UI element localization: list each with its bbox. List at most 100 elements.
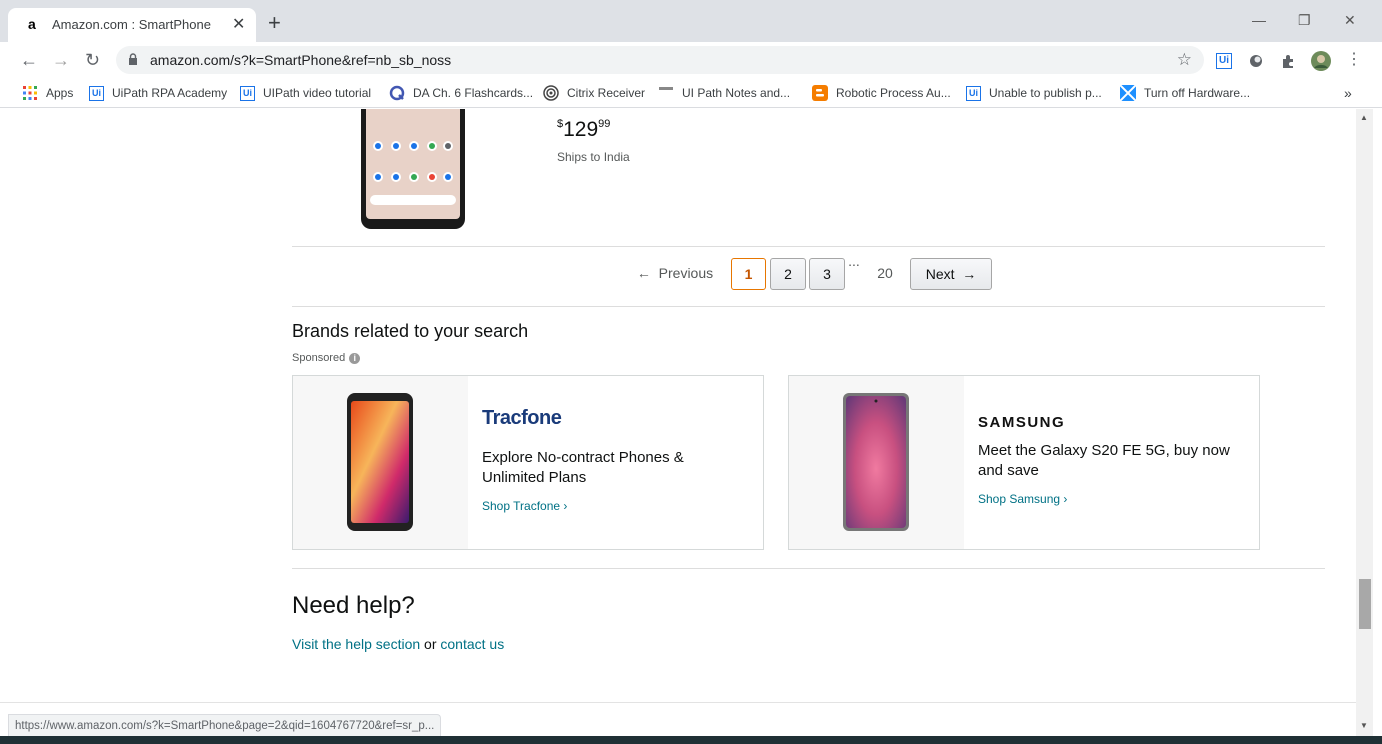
bookmark-citrix[interactable]: Citrix Receiver [543,84,645,102]
lock-icon [129,53,137,65]
bookmark-uipath-academy[interactable]: Ui UiPath RPA Academy [89,84,227,102]
samsung-phone-image [843,393,909,531]
minimize-icon[interactable]: — [1252,12,1266,28]
brand-card-tracfone[interactable]: Tracfone Explore No-contract Phones & Un… [292,375,764,550]
bookmark-label: UIPath video tutorial [263,86,372,100]
visit-help-link[interactable]: Visit the help section [292,636,420,652]
brand-description: Explore No-contract Phones & Unlimited P… [482,449,684,486]
doc-icon [659,87,673,90]
brands-heading: Brands related to your search [292,321,529,341]
tracfone-phone-image [347,393,413,531]
shop-samsung-link[interactable]: Shop Samsung › [978,492,1067,506]
circle-extension-icon[interactable] [1248,53,1264,69]
pagination-next[interactable]: Next → [910,258,992,290]
tab-close-icon[interactable]: ✕ [232,14,245,34]
status-bar-url: https://www.amazon.com/s?k=SmartPhone&pa… [8,714,442,736]
shipping-info: Ships to India [557,150,630,164]
url-text: amazon.com/s?k=SmartPhone&ref=nb_sb_noss [150,52,452,68]
pagination-ellipsis: ... [848,253,860,269]
bookmark-label: Citrix Receiver [567,86,646,100]
help-heading: Need help? [292,592,415,619]
forward-icon[interactable]: → [52,50,70,70]
bookmark-uipath-video[interactable]: Ui UIPath video tutorial [240,84,371,102]
brand-image-box [293,376,468,549]
restore-icon[interactable]: ❐ [1298,12,1311,29]
footer-divider [0,702,1356,703]
chevron-right-icon: › [1063,492,1068,506]
shop-tracfone-link[interactable]: Shop Tracfone › [482,499,567,513]
divider [292,568,1325,569]
menu-dots-icon[interactable]: ⋮ [1346,50,1362,70]
pagination-page-2[interactable]: 2 [770,258,806,290]
pagination-page-1[interactable]: 1 [731,258,766,290]
scrollbar-thumb[interactable] [1359,579,1371,629]
brand-description: Meet the Galaxy S20 FE 5G, buy now and s… [978,442,1230,479]
back-icon[interactable]: ← [20,50,38,70]
shop-link-label: Shop Samsung [978,492,1061,506]
page-content: $12999 Ships to India ← Previous 1 2 3 .… [0,109,1356,736]
uipath-icon: Ui [89,85,104,101]
previous-label: Previous [658,265,714,281]
contact-us-link[interactable]: contact us [440,636,504,652]
brand-card-samsung[interactable]: SAMSUNG Meet the Galaxy S20 FE 5G, buy n… [788,375,1260,550]
new-tab-button[interactable]: + [268,12,281,34]
help-links: Visit the help section or contact us [292,636,504,652]
windows-icon [1120,85,1136,101]
apps-grid-icon [23,86,37,100]
address-bar[interactable]: amazon.com/s?k=SmartPhone&ref=nb_sb_noss… [116,46,1204,74]
bookmark-flashcards[interactable]: DA Ch. 6 Flashcards... [389,84,533,102]
bookmark-robotic-process[interactable]: Robotic Process Au... [812,84,951,102]
scroll-down-icon[interactable]: ▼ [1360,721,1368,730]
tracfone-logo: Tracfone [482,407,562,429]
bookmark-turn-off-hardware[interactable]: Turn off Hardware... [1120,84,1250,102]
amazon-favicon-icon: a [28,16,36,32]
scroll-up-icon[interactable]: ▲ [1360,113,1368,122]
sponsored-text: Sponsored [292,352,346,364]
bookmark-label: UI Path Notes and... [682,86,791,100]
price-whole: 129 [563,118,599,141]
tab-title: Amazon.com : SmartPhone [52,17,211,32]
arrow-left-icon: ← [636,265,659,281]
browser-tab[interactable]: a Amazon.com : SmartPhone ✕ [8,8,256,42]
window-close-icon[interactable]: ✕ [1344,12,1356,29]
blogger-icon [812,85,828,101]
bookmarks-bar: Apps Ui UiPath RPA Academy Ui UIPath vid… [0,78,1382,108]
samsung-logo: SAMSUNG [978,414,1066,431]
price-fraction: 99 [598,118,611,130]
bookmarks-overflow-icon[interactable]: » [1344,84,1352,102]
extensions-puzzle-icon[interactable] [1280,53,1296,69]
bookmark-label: Robotic Process Au... [836,86,951,100]
bookmark-unable-publish[interactable]: Ui Unable to publish p... [966,84,1102,102]
citrix-icon [543,85,559,101]
pagination-page-3[interactable]: 3 [809,258,845,290]
bookmark-label: Turn off Hardware... [1144,86,1251,100]
pagination-previous[interactable]: ← Previous [630,258,720,290]
bookmark-apps[interactable]: Apps [22,84,73,102]
bookmark-uipath-notes[interactable]: UI Path Notes and... [658,84,790,102]
product-price: $12999 [557,118,610,142]
uipath-icon: Ui [966,85,981,101]
bookmark-label: Unable to publish p... [989,86,1102,100]
reload-icon[interactable]: ↻ [85,50,100,70]
chevron-right-icon: › [563,499,568,513]
bookmark-label: UiPath RPA Academy [112,86,228,100]
product-phone-image[interactable] [360,109,466,230]
page-scrollbar[interactable]: ▲ ▼ [1356,109,1373,736]
info-icon[interactable]: i [349,352,361,364]
uipath-extension-icon[interactable]: Ui [1216,53,1232,69]
profile-avatar[interactable] [1310,50,1332,72]
uipath-icon: Ui [240,85,255,101]
browser-toolbar: ← → ↻ amazon.com/s?k=SmartPhone&ref=nb_s… [0,42,1382,78]
shop-link-label: Shop Tracfone [482,499,561,513]
divider [292,306,1325,307]
sponsored-label: Sponsored i [292,352,361,364]
divider [292,246,1325,247]
tab-strip: a Amazon.com : SmartPhone ✕ + — ❐ ✕ [0,0,1382,42]
quizlet-icon [389,85,405,101]
or-text: or [424,636,437,652]
arrow-right-icon: → [954,266,977,282]
bookmark-star-icon[interactable]: ☆ [1177,50,1192,70]
bookmark-label: Apps [46,86,74,100]
pagination-last-page[interactable]: 20 [870,258,900,290]
os-taskbar [0,736,1382,744]
